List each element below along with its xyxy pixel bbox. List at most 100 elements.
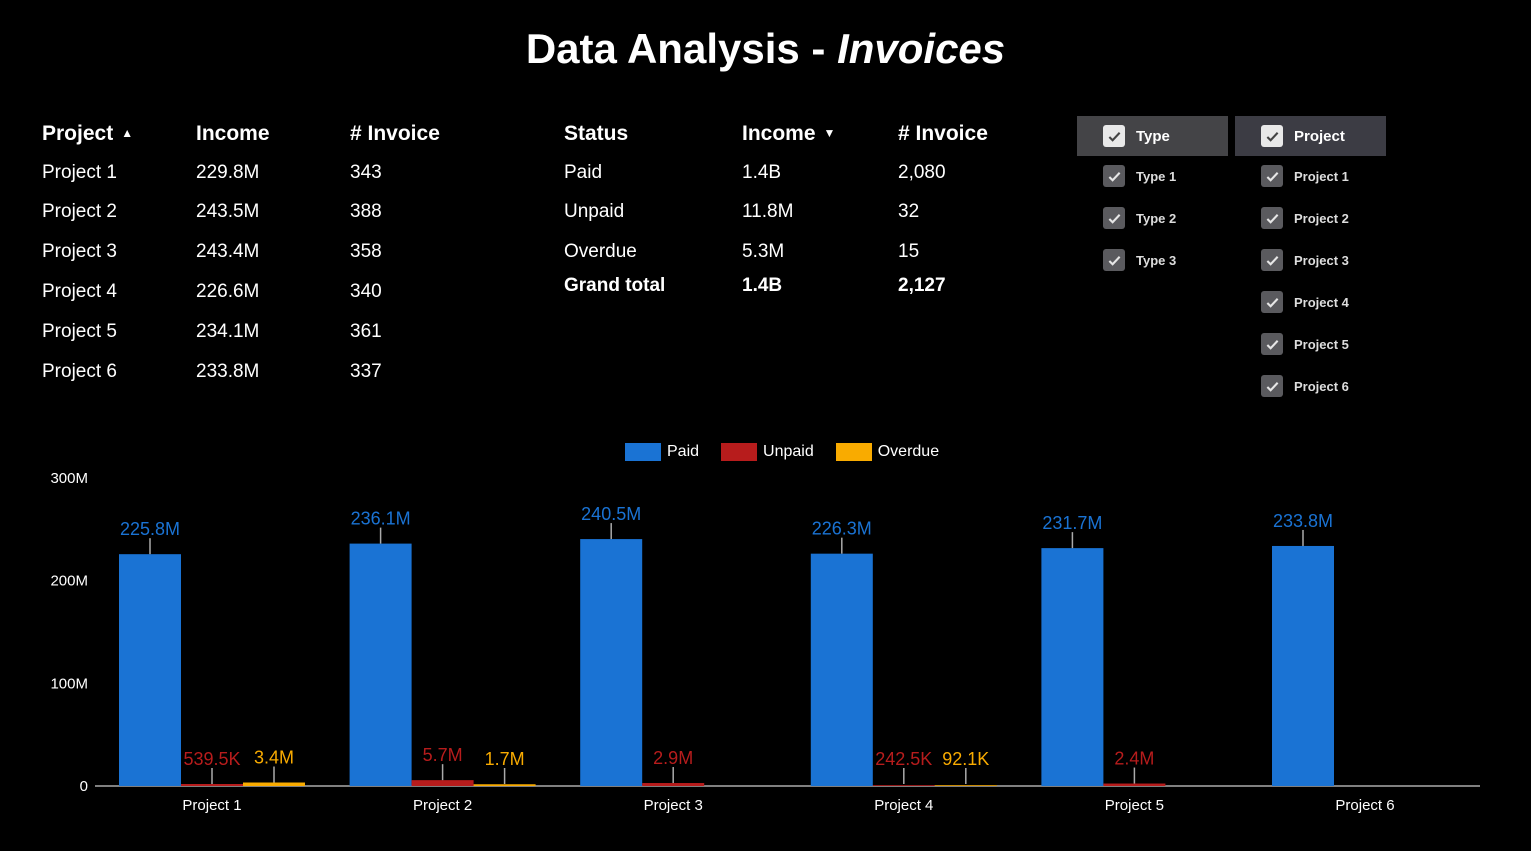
project-filter-option-label: Project 4: [1294, 294, 1349, 310]
checkbox-checked-icon[interactable]: [1261, 207, 1283, 229]
invoice-count-cell: 361: [350, 321, 382, 342]
y-tick-label: 0: [80, 778, 88, 795]
project-filter-option[interactable]: Project 6: [1261, 375, 1349, 397]
checkbox-checked-icon[interactable]: [1261, 125, 1283, 147]
x-tick-label: Project 2: [413, 797, 472, 814]
bar-unpaid: [642, 783, 705, 786]
checkbox-checked-icon[interactable]: [1103, 125, 1125, 147]
page-title: Data Analysis - Invoices: [0, 24, 1531, 74]
project-name-cell: Project 3: [42, 241, 117, 262]
bar-overdue: [473, 784, 536, 786]
invoice-column-header[interactable]: # Invoice: [350, 122, 440, 146]
legend-item[interactable]: Overdue: [835, 443, 940, 461]
checkbox-checked-icon[interactable]: [1103, 207, 1125, 229]
legend-label: Unpaid: [763, 443, 814, 460]
x-tick-label: Project 1: [182, 797, 241, 814]
project-name-cell: Project 2: [42, 201, 117, 222]
checkbox-checked-icon[interactable]: [1261, 333, 1283, 355]
data-label: 2.4M: [1114, 749, 1154, 769]
type-filter-option[interactable]: Type 2: [1103, 207, 1176, 229]
status-column-header[interactable]: Status: [564, 122, 628, 146]
invoice-count-cell: 388: [350, 201, 382, 222]
project-filter-option[interactable]: Project 3: [1261, 249, 1349, 271]
status-income-cell: 1.4B: [742, 162, 782, 183]
bar-paid: [1041, 548, 1104, 786]
type-filter-header[interactable]: Type: [1077, 116, 1228, 156]
data-label: 3.4M: [254, 748, 294, 768]
chart-legend: Paid Unpaid Overdue: [625, 443, 961, 461]
project-name-cell: Project 1: [42, 162, 117, 183]
sort-descending-icon[interactable]: ▼: [824, 126, 836, 140]
checkbox-checked-icon[interactable]: [1261, 165, 1283, 187]
status-income-cell: 5.3M: [742, 241, 785, 262]
invoice-count-cell: 343: [350, 162, 382, 183]
data-label: 236.1M: [351, 509, 411, 529]
data-label: 92.1K: [942, 749, 989, 769]
project-filter-option-label: Project 1: [1294, 168, 1349, 184]
invoice-count-cell: 337: [350, 361, 382, 382]
project-filter-option[interactable]: Project 2: [1261, 207, 1349, 229]
checkbox-checked-icon[interactable]: [1103, 249, 1125, 271]
bar-unpaid: [1103, 783, 1166, 786]
data-label: 5.7M: [423, 745, 463, 765]
y-tick-label: 100M: [50, 675, 88, 692]
type-filter-option[interactable]: Type 3: [1103, 249, 1176, 271]
type-filter-option[interactable]: Type 1: [1103, 165, 1176, 187]
bar-paid: [349, 543, 412, 786]
invoice-count-cell: 340: [350, 281, 382, 302]
project-header-label: Project: [42, 122, 114, 145]
income-cell: 234.1M: [196, 321, 260, 342]
data-label: 2.9M: [653, 748, 693, 768]
legend-swatch: [721, 443, 758, 461]
income-column-header[interactable]: Income: [196, 122, 270, 146]
y-tick-label: 200M: [50, 573, 88, 590]
bar-paid: [119, 554, 181, 786]
project-filter-option[interactable]: Project 5: [1261, 333, 1349, 355]
x-tick-label: Project 6: [1335, 797, 1394, 814]
status-income-column-header[interactable]: Income ▼: [742, 122, 835, 146]
bar-overdue: [243, 782, 305, 786]
data-label: 1.7M: [485, 749, 525, 769]
status-invoice-column-header[interactable]: # Invoice: [898, 122, 988, 146]
title-italic: Invoices: [837, 25, 1006, 72]
income-cell: 229.8M: [196, 162, 260, 183]
project-filter-option-label: Project 2: [1294, 210, 1349, 226]
type-filter-label: Type: [1136, 127, 1170, 145]
project-filter-option-label: Project 6: [1294, 378, 1349, 394]
income-cell: 226.6M: [196, 281, 260, 302]
status-name-cell: Unpaid: [564, 201, 625, 222]
status-invoice-cell: 32: [898, 201, 920, 222]
grand-total-income: 1.4B: [742, 275, 783, 296]
invoice-count-cell: 358: [350, 241, 382, 262]
data-label: 242.5K: [875, 749, 932, 769]
project-filter-option[interactable]: Project 1: [1261, 165, 1349, 187]
data-label: 539.5K: [183, 749, 240, 769]
project-filter-header[interactable]: Project: [1235, 116, 1386, 156]
grand-total-invoice: 2,127: [898, 275, 946, 296]
checkbox-checked-icon[interactable]: [1261, 375, 1283, 397]
income-cell: 243.5M: [196, 201, 260, 222]
sort-ascending-icon[interactable]: ▲: [121, 126, 133, 140]
project-filter-option[interactable]: Project 4: [1261, 291, 1349, 313]
checkbox-checked-icon[interactable]: [1103, 165, 1125, 187]
checkbox-checked-icon[interactable]: [1261, 249, 1283, 271]
project-column-header[interactable]: Project ▲: [42, 122, 133, 146]
project-filter-option-label: Project 5: [1294, 336, 1349, 352]
checkbox-checked-icon[interactable]: [1261, 291, 1283, 313]
data-label: 240.5M: [581, 504, 641, 524]
type-filter-option-label: Type 3: [1136, 252, 1177, 268]
project-name-cell: Project 5: [42, 321, 117, 342]
legend-swatch: [625, 443, 661, 461]
x-tick-label: Project 5: [1105, 797, 1164, 814]
x-tick-label: Project 4: [874, 797, 933, 814]
data-label: 231.7M: [1042, 513, 1102, 533]
legend-label: Overdue: [877, 443, 940, 460]
legend-item[interactable]: Unpaid: [721, 443, 814, 461]
project-filter-option-label: Project 3: [1294, 252, 1349, 268]
type-filter-option-label: Type 1: [1136, 168, 1177, 184]
bar-chart: 0 100M 200M 300M 225.8M 539.5K 3.4M Project 1 23…: [50, 470, 1480, 814]
type-filter-option-label: Type 2: [1136, 210, 1177, 226]
bar-overdue: [934, 785, 997, 786]
project-name-cell: Project 4: [42, 281, 117, 302]
legend-item[interactable]: Paid: [625, 443, 699, 461]
